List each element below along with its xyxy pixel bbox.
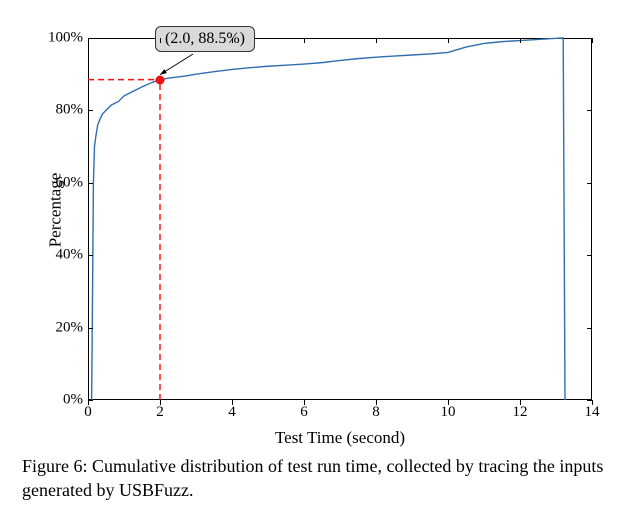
y-tick-label: 40% <box>23 247 83 264</box>
y-tick-label: 0% <box>23 392 83 409</box>
y-tick-label: 80% <box>23 102 83 119</box>
x-tick-label: 8 <box>372 404 380 421</box>
x-tick-label: 6 <box>300 404 308 421</box>
x-tick-label: 10 <box>441 404 456 421</box>
x-tick-label: 12 <box>513 404 528 421</box>
x-axis-label: Test Time (second) <box>275 428 405 448</box>
y-tick-label: 20% <box>23 319 83 336</box>
annotation-point <box>156 75 165 84</box>
y-tick-label: 60% <box>23 174 83 191</box>
figure-container: (2.0, 88.5%) Percentage Test Time (secon… <box>0 0 640 508</box>
x-tick-label: 0 <box>84 404 92 421</box>
annotation-label: (2.0, 88.5%) <box>155 26 255 52</box>
figure-caption: Figure 6: Cumulative distribution of tes… <box>22 454 622 503</box>
y-tick-label: 100% <box>23 30 83 47</box>
x-tick-label: 14 <box>585 404 600 421</box>
chart-svg <box>88 38 592 400</box>
x-tick-label: 4 <box>228 404 236 421</box>
plot-area <box>88 38 592 400</box>
x-tick-label: 2 <box>156 404 164 421</box>
